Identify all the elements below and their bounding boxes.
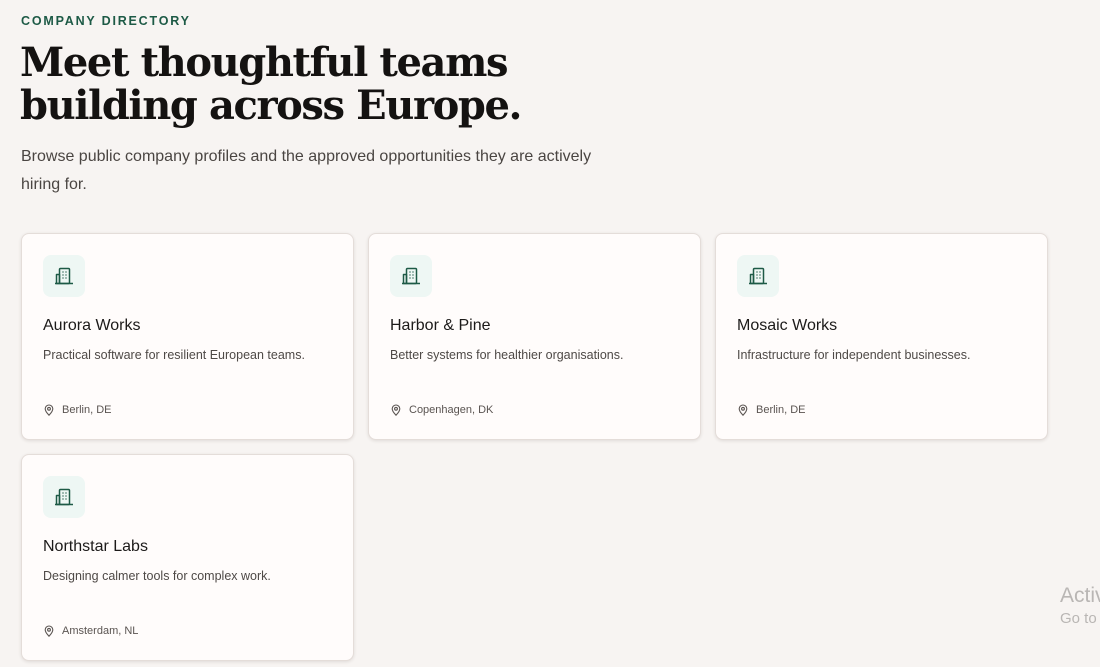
company-card-aurora-works[interactable]: Aurora Works Practical software for resi…: [21, 233, 354, 440]
company-card-mosaic-works[interactable]: Mosaic Works Infrastructure for independ…: [715, 233, 1048, 440]
company-location: Amsterdam, NL: [43, 625, 138, 637]
page-title: Meet thoughtful teams building across Eu…: [20, 39, 522, 129]
building-icon: [737, 255, 779, 297]
watermark-line-2: Go to: [1060, 610, 1097, 627]
watermark-line-1: Activ: [1060, 584, 1100, 607]
page-subtitle: Browse public company profiles and the a…: [21, 148, 592, 193]
company-location: Berlin, DE: [737, 404, 806, 416]
building-icon: [390, 255, 432, 297]
location-pin-icon: [737, 404, 749, 416]
company-card-harbor-and-pine[interactable]: Harbor & Pine Better systems for healthi…: [368, 233, 701, 440]
building-icon: [43, 476, 85, 518]
location-label: Amsterdam, NL: [62, 625, 139, 637]
company-name: Harbor & Pine: [390, 317, 491, 334]
location-pin-icon: [43, 625, 55, 637]
location-label: Copenhagen, DK: [409, 404, 494, 416]
location-pin-icon: [43, 404, 55, 416]
directory-eyebrow: COMPANY DIRECTORY: [21, 14, 191, 28]
company-card-northstar-labs[interactable]: Northstar Labs Designing calmer tools fo…: [21, 454, 354, 661]
company-description: Infrastructure for independent businesse…: [737, 348, 971, 362]
company-name: Aurora Works: [43, 317, 141, 334]
location-pin-icon: [390, 404, 402, 416]
location-label: Berlin, DE: [62, 404, 112, 416]
company-description: Better systems for healthier organisatio…: [390, 348, 624, 362]
company-location: Berlin, DE: [43, 404, 112, 416]
building-icon: [43, 255, 85, 297]
location-label: Berlin, DE: [756, 404, 806, 416]
company-name: Northstar Labs: [43, 538, 148, 555]
company-description: Designing calmer tools for complex work.: [43, 569, 271, 583]
activation-watermark: Activ Go to: [1060, 583, 1100, 630]
company-name: Mosaic Works: [737, 317, 838, 334]
company-grid: Aurora Works Practical software for resi…: [21, 233, 1048, 661]
company-description: Practical software for resilient Europea…: [43, 348, 305, 362]
company-location: Copenhagen, DK: [390, 404, 493, 416]
